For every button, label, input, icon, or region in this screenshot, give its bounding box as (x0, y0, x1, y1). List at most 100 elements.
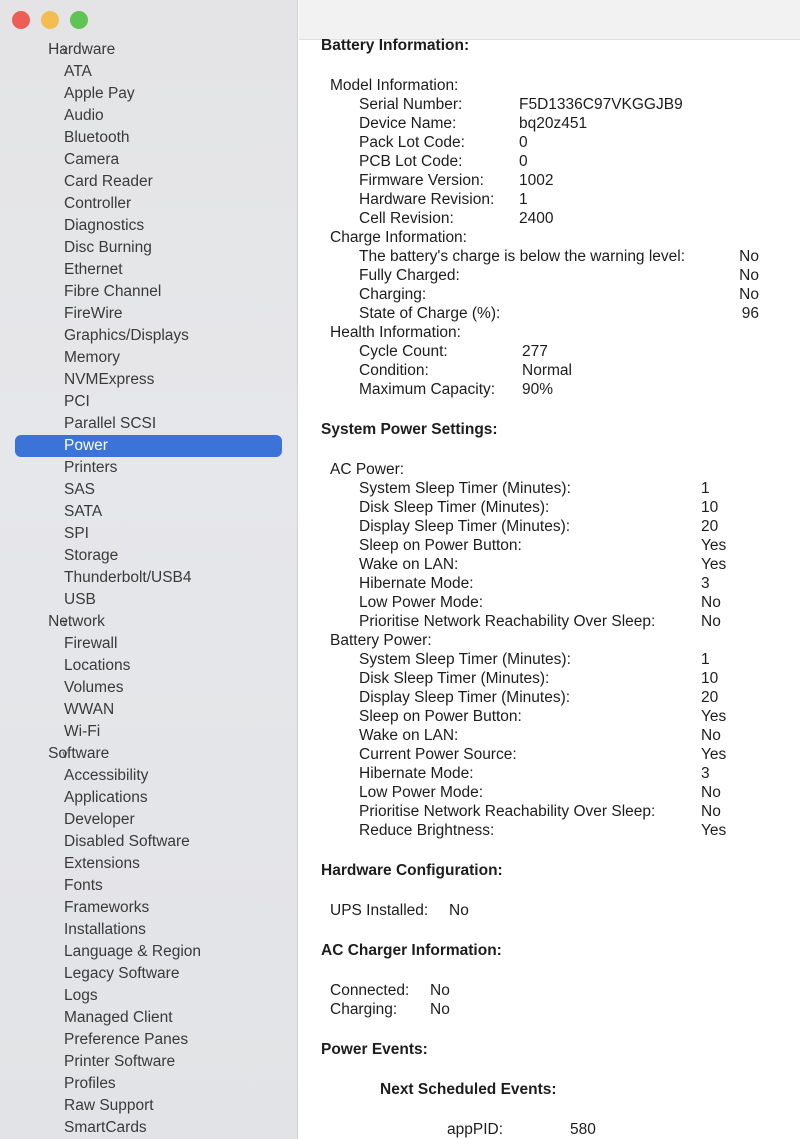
sidebar-group-hardware[interactable]: ∨Hardware (0, 39, 297, 61)
info-value: 1 (701, 651, 710, 668)
sidebar-item-wwan[interactable]: WWAN (0, 699, 297, 721)
info-key: Hardware Revision: (359, 191, 495, 208)
info-row: Maximum Capacity: 90% (359, 380, 800, 399)
sidebar-item-firewall[interactable]: Firewall (0, 633, 297, 655)
sidebar-item-label: Applications (64, 789, 148, 806)
minimize-window-button[interactable] (41, 11, 59, 29)
sidebar-item-bluetooth[interactable]: Bluetooth (0, 127, 297, 149)
sidebar-item-diagnostics[interactable]: Diagnostics (0, 215, 297, 237)
info-value: 1 (519, 191, 528, 208)
sidebar-item-printers[interactable]: Printers (0, 457, 297, 479)
section-heading-battery: Battery Information: (321, 37, 470, 54)
info-row: Wake on LAN: Yes (359, 555, 800, 574)
sidebar-item-parallel-scsi[interactable]: Parallel SCSI (0, 413, 297, 435)
sidebar-item-ata[interactable]: ATA (0, 61, 297, 83)
info-value: 1002 (519, 172, 554, 189)
sidebar-item-extensions[interactable]: Extensions (0, 853, 297, 875)
section-heading-power-settings: System Power Settings: (321, 421, 498, 438)
sidebar-item-pci[interactable]: PCI (0, 391, 297, 413)
info-value: F5D1336C97VKGGJB9 (519, 96, 683, 113)
sidebar-item-raw-support[interactable]: Raw Support (0, 1095, 297, 1117)
sidebar-item-sata[interactable]: SATA (0, 501, 297, 523)
info-row: The battery's charge is below the warnin… (359, 247, 800, 266)
sidebar-group-software[interactable]: ∨Software (0, 743, 297, 765)
sidebar-item-label: NVMExpress (64, 371, 155, 388)
sidebar-item-label: FireWire (64, 305, 123, 322)
info-row: Cycle Count: 277 (359, 342, 800, 361)
sidebar-item-profiles[interactable]: Profiles (0, 1073, 297, 1095)
info-value: No (701, 784, 721, 801)
sidebar-item-managed-client[interactable]: Managed Client (0, 1007, 297, 1029)
sidebar-item-label: Bluetooth (64, 129, 130, 146)
close-window-button[interactable] (12, 11, 30, 29)
sidebar-item-memory[interactable]: Memory (0, 347, 297, 369)
info-value: No (739, 267, 759, 284)
sidebar-item-label: Parallel SCSI (64, 415, 157, 432)
sidebar-item-volumes[interactable]: Volumes (0, 677, 297, 699)
info-row: Low Power Mode: No (359, 593, 800, 612)
info-value: 3 (701, 575, 710, 592)
sidebar-item-logs[interactable]: Logs (0, 985, 297, 1007)
info-row: Disk Sleep Timer (Minutes): 10 (359, 498, 800, 517)
sidebar-item-language-region[interactable]: Language & Region (0, 941, 297, 963)
sidebar-item-label: Audio (64, 107, 104, 124)
sidebar-item-usb[interactable]: USB (0, 589, 297, 611)
sidebar-item-label: Accessibility (64, 767, 149, 784)
sidebar-item-sas[interactable]: SAS (0, 479, 297, 501)
sidebar-item-ethernet[interactable]: Ethernet (0, 259, 297, 281)
sidebar-item-locations[interactable]: Locations (0, 655, 297, 677)
info-key: Hibernate Mode: (359, 765, 474, 782)
section-heading-hardware-config: Hardware Configuration: (321, 862, 503, 879)
sidebar-item-camera[interactable]: Camera (0, 149, 297, 171)
info-value: 2400 (519, 210, 554, 227)
sidebar-item-accessibility[interactable]: Accessibility (0, 765, 297, 787)
info-row: Hibernate Mode: 3 (359, 574, 800, 593)
sidebar-item-apple-pay[interactable]: Apple Pay (0, 83, 297, 105)
sidebar-item-fonts[interactable]: Fonts (0, 875, 297, 897)
sidebar-item-storage[interactable]: Storage (0, 545, 297, 567)
sidebar-item-label: Profiles (64, 1075, 116, 1092)
sidebar-item-applications[interactable]: Applications (0, 787, 297, 809)
info-key: Disk Sleep Timer (Minutes): (359, 499, 550, 516)
info-row: Hardware Revision: 1 (359, 190, 800, 209)
info-value: 3 (701, 765, 710, 782)
sidebar-item-label: Locations (64, 657, 131, 674)
sidebar-item-card-reader[interactable]: Card Reader (0, 171, 297, 193)
sidebar-item-audio[interactable]: Audio (0, 105, 297, 127)
info-key: Reduce Brightness: (359, 822, 495, 839)
sidebar-item-smartcards[interactable]: SmartCards (0, 1117, 297, 1139)
info-row: Firmware Version: 1002 (359, 171, 800, 190)
sidebar-item-thunderbolt-usb4[interactable]: Thunderbolt/USB4 (0, 567, 297, 589)
sidebar-item-controller[interactable]: Controller (0, 193, 297, 215)
info-key: Sleep on Power Button: (359, 708, 522, 725)
sidebar-item-label: Wi-Fi (64, 723, 101, 740)
sidebar-item-label: SATA (64, 503, 103, 520)
info-key: Display Sleep Timer (Minutes): (359, 518, 571, 535)
sidebar-item-wi-fi[interactable]: Wi-Fi (0, 721, 297, 743)
sidebar-item-frameworks[interactable]: Frameworks (0, 897, 297, 919)
sidebar-item-fibre-channel[interactable]: Fibre Channel (0, 281, 297, 303)
zoom-window-button[interactable] (70, 11, 88, 29)
sidebar-item-legacy-software[interactable]: Legacy Software (0, 963, 297, 985)
group-label: Model Information: (330, 77, 459, 94)
sidebar-item-graphics-displays[interactable]: Graphics/Displays (0, 325, 297, 347)
sidebar-item-spi[interactable]: SPI (0, 523, 297, 545)
info-row: System Sleep Timer (Minutes): 1 (359, 650, 800, 669)
info-row: Charging: No (359, 285, 800, 304)
info-value: Normal (522, 362, 572, 379)
sidebar-item-firewire[interactable]: FireWire (0, 303, 297, 325)
info-value: 90% (522, 381, 554, 398)
sidebar-item-disabled-software[interactable]: Disabled Software (0, 831, 297, 853)
sidebar-item-label: PCI (64, 393, 90, 410)
sidebar-item-label: Camera (64, 151, 120, 168)
info-row: Pack Lot Code: 0 (359, 133, 800, 152)
sidebar-item-preference-panes[interactable]: Preference Panes (0, 1029, 297, 1051)
sidebar-item-power[interactable]: Power (0, 435, 297, 457)
sidebar-item-installations[interactable]: Installations (0, 919, 297, 941)
sidebar-group-network[interactable]: ∨Network (0, 611, 297, 633)
sidebar-item-disc-burning[interactable]: Disc Burning (0, 237, 297, 259)
sidebar-item-printer-software[interactable]: Printer Software (0, 1051, 297, 1073)
sidebar-item-nvmexpress[interactable]: NVMExpress (0, 369, 297, 391)
info-row: Display Sleep Timer (Minutes): 20 (359, 517, 800, 536)
sidebar-item-developer[interactable]: Developer (0, 809, 297, 831)
